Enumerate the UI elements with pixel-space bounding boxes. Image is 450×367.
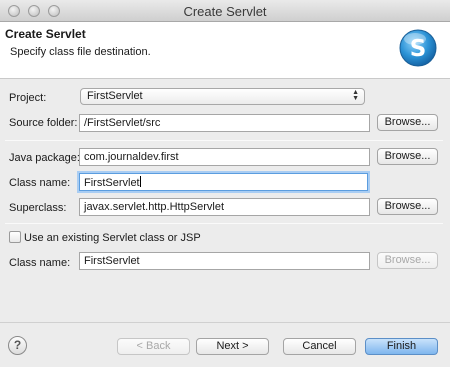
separator (5, 140, 443, 141)
finish-button[interactable]: Finish (365, 338, 438, 355)
superclass-field[interactable]: javax.servlet.http.HttpServlet (79, 198, 370, 216)
cancel-button[interactable]: Cancel (283, 338, 356, 355)
header-title: Create Servlet (5, 27, 86, 41)
footer-separator (0, 322, 450, 323)
source-folder-label: Source folder: (9, 117, 78, 129)
source-folder-field[interactable]: /FirstServlet/src (79, 114, 370, 132)
existing-class-name-field[interactable]: FirstServlet (79, 252, 370, 270)
separator (5, 223, 443, 224)
window-title: Create Servlet (183, 4, 267, 19)
use-existing-checkbox[interactable] (9, 231, 21, 243)
superclass-browse-button[interactable]: Browse... (377, 198, 438, 215)
use-existing-checkbox-label[interactable]: Use an existing Servlet class or JSP (24, 232, 201, 244)
wizard-header: Create Servlet Specify class file destin… (0, 22, 450, 79)
project-label: Project: (9, 92, 47, 104)
project-select[interactable]: FirstServlet ▲ ▼ (80, 88, 365, 105)
java-package-browse-button[interactable]: Browse... (377, 148, 438, 165)
class-name-field[interactable]: FirstServlet (79, 173, 368, 191)
java-package-label: Java package: (9, 152, 80, 164)
help-icon[interactable]: ? (8, 336, 27, 355)
next-button[interactable]: Next > (196, 338, 269, 355)
header-description: Specify class file destination. (10, 46, 151, 58)
superclass-label: Superclass: (9, 202, 67, 214)
project-select-value: FirstServlet (87, 90, 143, 102)
back-button[interactable]: < Back (117, 338, 190, 355)
java-package-field[interactable]: com.journaldev.first (79, 148, 370, 166)
servlet-logo-icon: S (399, 29, 437, 67)
existing-class-browse-button[interactable]: Browse... (377, 252, 438, 269)
existing-class-name-label: Class name: (9, 257, 71, 269)
select-arrows-icon: ▲ ▼ (352, 89, 359, 102)
class-name-value: FirstServlet (84, 177, 140, 189)
title-bar: Create Servlet (0, 0, 450, 22)
class-name-label: Class name: (9, 177, 71, 189)
text-caret (139, 176, 141, 187)
svg-text:S: S (410, 36, 427, 62)
source-folder-browse-button[interactable]: Browse... (377, 114, 438, 131)
